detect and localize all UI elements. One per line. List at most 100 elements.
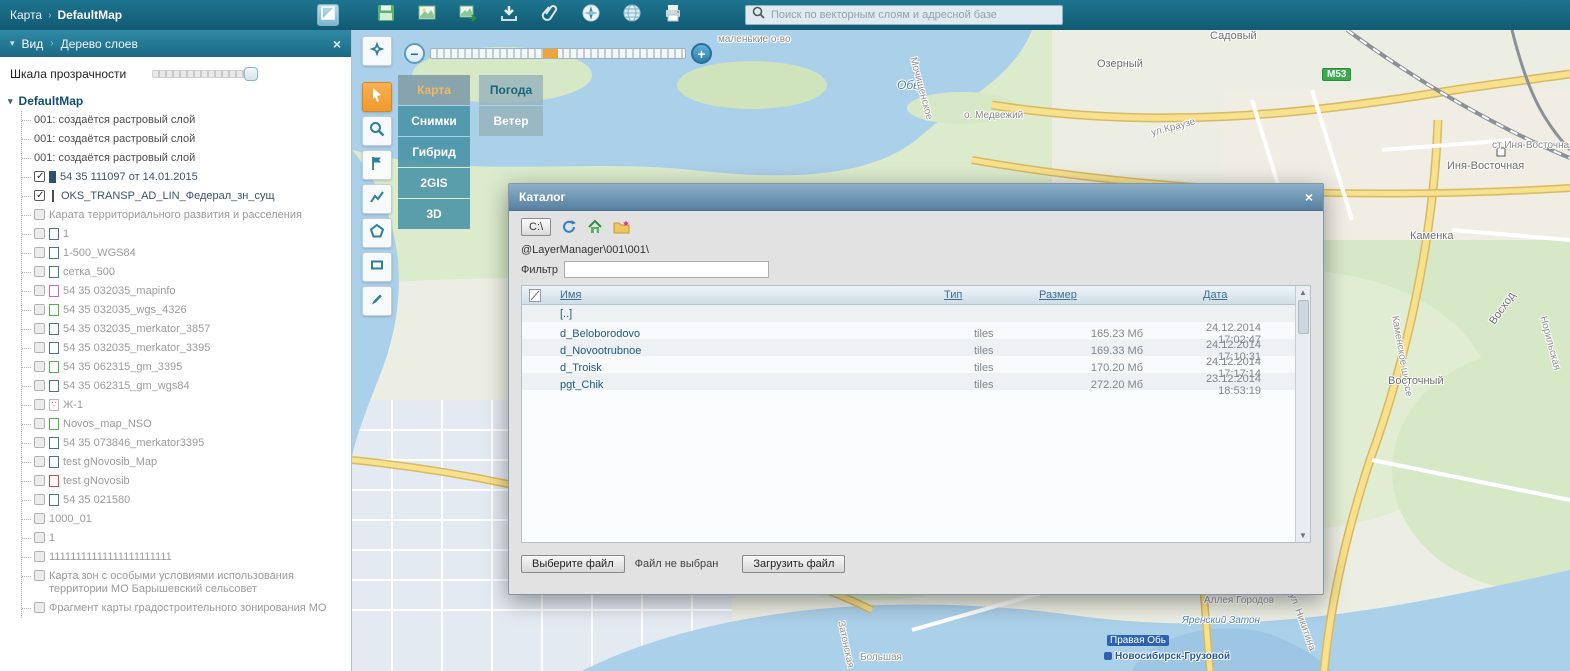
layer-checkbox[interactable] [34,285,45,296]
layer-tree-item[interactable]: 54 35 032035_mapinfo [22,282,345,301]
layer-tree-item[interactable]: 001: создаётся растровый слой [22,111,345,130]
sort-by-name[interactable]: Имя [548,289,940,301]
layer-tree-item[interactable]: OKS_TRANSP_AD_LIN_Федерал_зн_сущ [22,187,345,206]
layer-tree-item[interactable]: test gNovosib_Map [22,453,345,472]
file-row[interactable]: pgt_Chik tiles 272.20 Мб 23.12.2014 18:5… [522,373,1295,390]
choose-file-button[interactable]: Выберите файл [521,555,625,573]
maptype-button[interactable]: 2GIS [398,168,470,198]
save-layer-button[interactable] [372,2,400,28]
export-image-button[interactable] [413,2,441,28]
layer-checkbox[interactable] [34,399,45,410]
zoom-in-button[interactable]: + [691,43,712,64]
overlay-button[interactable]: Погода [479,75,543,105]
breadcrumb-root[interactable]: Карта [10,8,42,22]
maptype-button[interactable]: Карта [398,75,470,105]
compass-button[interactable] [577,2,605,28]
layer-checkbox[interactable] [34,247,45,258]
layer-tree-item[interactable]: 1 [22,225,345,244]
layer-checkbox[interactable] [34,456,45,467]
draw-tool[interactable] [362,286,392,316]
download-button[interactable] [495,2,523,28]
select-tool[interactable] [362,82,392,112]
print-button[interactable] [659,2,687,28]
layer-checkbox[interactable] [34,532,45,543]
file-row[interactable]: d_Novootrubnoe tiles 169.33 Мб 24.12.201… [522,339,1295,356]
overlay-button[interactable]: Ветер [479,106,543,136]
file-row[interactable]: [..] [522,305,1295,322]
scroll-up-icon[interactable]: ▲ [1299,288,1307,297]
layer-tree-item[interactable]: 54 35 062315_gm_3395 [22,358,345,377]
layer-tree-item[interactable]: 001: создаётся растровый слой [22,149,345,168]
dialog-titlebar[interactable]: Каталог × [509,184,1323,211]
layer-checkbox[interactable] [34,475,45,486]
zoom-tool[interactable] [362,116,392,146]
layer-checkbox[interactable] [34,570,45,581]
sort-by-date[interactable]: Дата [1183,289,1295,301]
layer-checkbox[interactable] [34,190,45,201]
dialog-close-button[interactable]: × [1305,190,1313,204]
panel-close-button[interactable]: × [333,37,341,51]
maptype-button[interactable]: Снимки [398,106,470,136]
layer-tree-item[interactable]: 54 35 111097 от 14.01.2015 [22,168,345,187]
drive-button[interactable]: C:\ [521,218,551,236]
layer-tree-item[interactable]: Карата территориального развития и рассе… [22,206,345,225]
layer-tree-item[interactable]: 54 35 032035_merkator_3395 [22,339,345,358]
maptype-button[interactable]: 3D [398,199,470,229]
layer-tree-item[interactable]: 54 35 032035_merkator_3857 [22,320,345,339]
filter-input[interactable] [564,261,769,278]
rectangle-tool[interactable] [362,252,392,282]
attach-button[interactable] [536,2,564,28]
sidebar-toggle-button[interactable] [317,4,339,26]
flag-tool[interactable] [362,150,392,180]
new-folder-icon[interactable] [613,219,630,235]
layer-checkbox[interactable] [34,494,45,505]
layer-tree-item[interactable]: 54 35 021580 [22,491,345,510]
zoom-out-button[interactable]: − [404,43,425,64]
layer-checkbox[interactable] [34,171,45,182]
expander-icon[interactable]: ▾ [8,96,13,107]
layer-tree-item[interactable]: Карта зон с особыми условиями использова… [22,567,345,599]
layer-checkbox[interactable] [34,513,45,524]
layer-tree-item[interactable]: Ж-1 [22,396,345,415]
layer-tree-item[interactable]: 1 [22,529,345,548]
layer-checkbox[interactable] [34,266,45,277]
transparency-slider-handle[interactable] [244,67,258,81]
layer-tree-item[interactable]: 001: создаётся растровый слой [22,130,345,149]
layer-checkbox[interactable] [34,437,45,448]
layer-checkbox[interactable] [34,342,45,353]
sort-by-size[interactable]: Размер [1033,289,1183,301]
layer-checkbox[interactable] [34,209,45,220]
map-canvas[interactable]: маленькие о-во Садовый Озерный М53 Обь М… [352,30,1570,671]
north-arrow-tool[interactable] [362,36,392,66]
layer-tree-item[interactable]: сетка_500 [22,263,345,282]
layer-checkbox[interactable] [34,361,45,372]
layer-tree-item[interactable]: 11111111111111111111111 [22,548,345,567]
zoom-slider-marker[interactable] [543,49,558,58]
layer-checkbox[interactable] [34,228,45,239]
polygon-tool[interactable] [362,218,392,248]
layer-checkbox[interactable] [34,602,45,613]
view-menu[interactable]: Вид [22,37,44,51]
scrollbar-thumb[interactable] [1298,300,1309,334]
search-input[interactable] [771,9,1056,21]
layer-tree-item[interactable]: 54 35 062315_gm_wgs84 [22,377,345,396]
layer-tree-item[interactable]: 54 35 032035_wgs_4326 [22,301,345,320]
import-image-button[interactable] [454,2,482,28]
layer-tree-item[interactable]: Фрагмент карты градостроительного зониро… [22,599,345,618]
layer-checkbox[interactable] [34,551,45,562]
home-icon[interactable] [587,219,603,235]
transparency-slider[interactable] [152,70,256,78]
layer-tree-root[interactable]: ▾ DefaultMap [8,91,345,111]
file-row[interactable]: d_Troisk tiles 170.20 Мб 24.12.2014 17:1… [522,356,1295,373]
layer-checkbox[interactable] [34,304,45,315]
layer-tree-item[interactable]: 1000_01 [22,510,345,529]
layer-tree-item[interactable]: Novos_map_NSO [22,415,345,434]
layer-checkbox[interactable] [34,380,45,391]
refresh-icon[interactable] [561,219,577,235]
layer-tree-item[interactable]: test gNovosib [22,472,345,491]
scroll-down-icon[interactable]: ▼ [1299,531,1307,540]
layer-tree-item[interactable]: 1-500_WGS84 [22,244,345,263]
layer-checkbox[interactable] [34,323,45,334]
globe-button[interactable] [618,2,646,28]
zoom-slider[interactable] [430,48,686,59]
